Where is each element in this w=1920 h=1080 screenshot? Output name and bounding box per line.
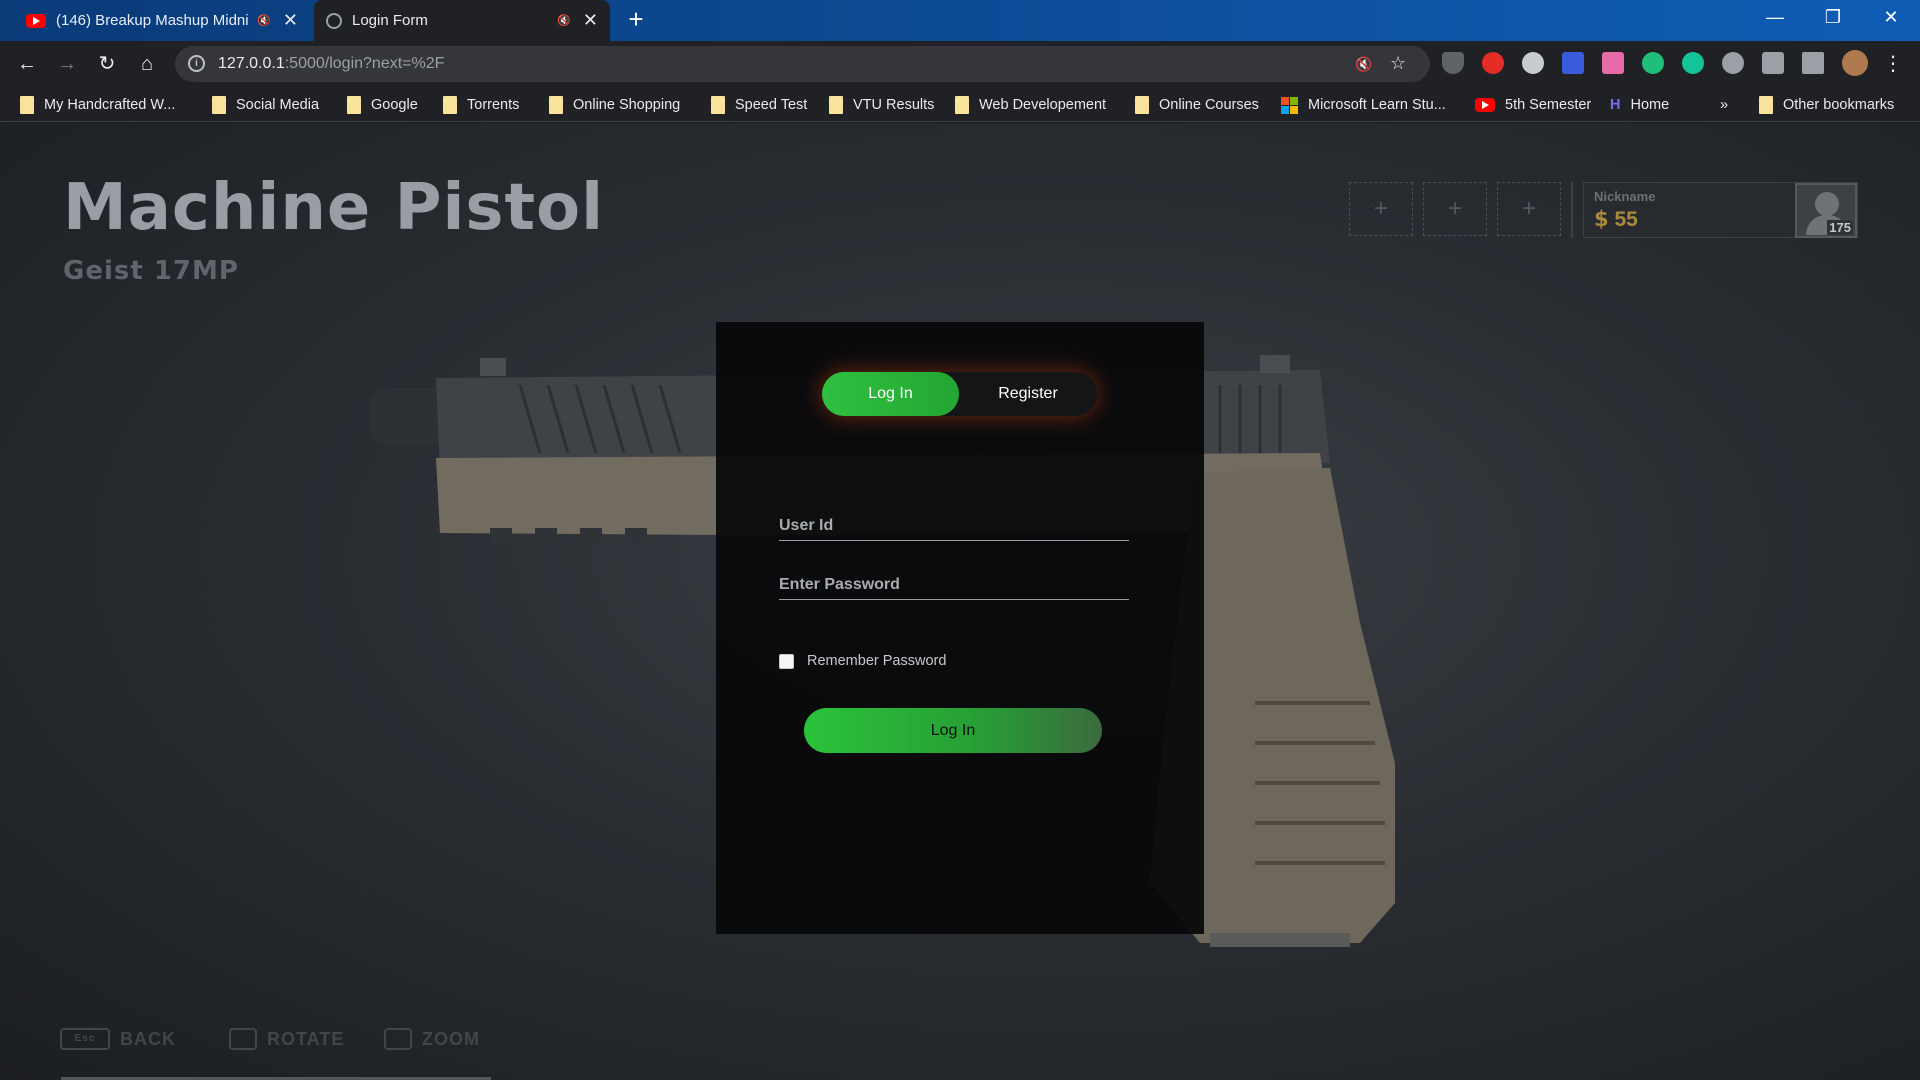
site-info-icon[interactable]: i — [188, 55, 205, 72]
browser-toolbar: ← → ↻ ⌂ i 127.0.0.1:5000/login?next=%2F … — [0, 41, 1920, 87]
tab-strip: (146) Breakup Mashup Midni 🔇 ✕ Login For… — [0, 0, 1920, 41]
adblock-extension-icon[interactable] — [1482, 52, 1504, 74]
close-tab-icon[interactable]: ✕ — [583, 10, 598, 31]
gun-magazine-base — [1210, 933, 1350, 947]
back-icon[interactable]: ← — [12, 49, 42, 79]
zoom-hint: ZOOM — [384, 1028, 480, 1050]
currency-icon: $ — [1594, 207, 1609, 231]
mute-icon[interactable]: 🔇 — [557, 14, 571, 27]
folder-icon — [711, 96, 725, 114]
squad-slot-plus[interactable]: + — [1423, 182, 1487, 236]
squad-slot-plus[interactable]: + — [1497, 182, 1561, 236]
refresh-extension-icon[interactable] — [1642, 52, 1664, 74]
bookmark-item[interactable]: Online Courses — [1135, 94, 1259, 116]
bookmark-item[interactable]: Social Media — [212, 94, 319, 116]
login-panel: Log In Register Remember Password Log In — [716, 322, 1204, 934]
screen-extension-icon[interactable] — [1562, 52, 1584, 74]
bookmark-item[interactable]: VTU Results — [829, 94, 934, 116]
microsoft-icon — [1281, 96, 1298, 114]
divider — [1571, 182, 1573, 238]
color-extension-icon[interactable] — [1602, 52, 1624, 74]
folder-icon — [1759, 96, 1773, 114]
esc-key-icon: Esc — [60, 1028, 110, 1050]
restore-button[interactable]: ❐ — [1810, 0, 1856, 35]
weapon-name-subtitle: Geist 17MP — [63, 256, 239, 286]
reload-icon[interactable]: ↻ — [92, 49, 122, 79]
bookmark-item[interactable]: Torrents — [443, 94, 519, 116]
remember-password-label: Remember Password — [807, 653, 947, 669]
player-card[interactable]: Nickname $ 55 175 — [1583, 182, 1858, 238]
close-tab-icon[interactable]: ✕ — [283, 10, 298, 31]
address-bar[interactable]: i 127.0.0.1:5000/login?next=%2F 🔇 ☆ — [175, 46, 1430, 82]
user-id-input[interactable] — [779, 511, 1129, 541]
squad-slot-plus[interactable]: + — [1349, 182, 1413, 236]
folder-icon — [549, 96, 563, 114]
close-window-button[interactable]: ✕ — [1868, 0, 1914, 35]
folder-icon — [829, 96, 843, 114]
folder-icon — [955, 96, 969, 114]
nickname-label: Nickname — [1594, 189, 1656, 204]
home-icon[interactable]: ⌂ — [132, 49, 162, 79]
react-extension-icon[interactable] — [1722, 52, 1744, 74]
avatar: 175 — [1795, 183, 1857, 238]
remember-password-checkbox[interactable] — [779, 653, 794, 669]
folder-icon — [1135, 96, 1149, 114]
rotate-hint: ROTATE — [229, 1028, 344, 1050]
home-h-icon: H — [1610, 97, 1621, 113]
url-text[interactable]: 127.0.0.1:5000/login?next=%2F — [218, 55, 444, 73]
page-content: Machine Pistol Geist 17MP + + + Nickname… — [0, 123, 1920, 1080]
forward-icon[interactable]: → — [52, 49, 82, 79]
tab-login-form[interactable]: Login Form 🔇 ✕ — [314, 0, 610, 41]
globe-icon — [326, 12, 342, 29]
shield-extension-icon[interactable] — [1442, 52, 1464, 74]
back-hint[interactable]: Esc BACK — [60, 1028, 176, 1050]
gun-rear-sight — [1260, 355, 1290, 373]
remember-password-row: Remember Password — [779, 653, 946, 669]
mute-icon[interactable]: 🔇 — [257, 14, 271, 27]
bookmark-item[interactable]: Speed Test — [711, 94, 807, 116]
auth-toggle: Log In Register — [822, 372, 1097, 416]
bookmark-item[interactable]: Google — [347, 94, 418, 116]
login-submit-button[interactable]: Log In — [804, 708, 1102, 753]
reading-list-icon[interactable] — [1802, 52, 1824, 74]
bookmark-item[interactable]: My Handcrafted W... — [20, 94, 175, 116]
weapon-class-title: Machine Pistol — [63, 171, 604, 245]
bookmark-item[interactable]: Microsoft Learn Stu... — [1281, 94, 1446, 116]
folder-icon — [443, 96, 457, 114]
new-tab-button[interactable]: + — [622, 6, 650, 34]
folder-icon — [212, 96, 226, 114]
bookmark-item[interactable]: H Home — [1610, 94, 1669, 116]
minimize-button[interactable]: — — [1752, 0, 1798, 35]
tab-title: (146) Breakup Mashup Midni — [56, 12, 249, 29]
level-badge: 175 — [1827, 220, 1853, 235]
password-input[interactable] — [779, 570, 1129, 600]
bookmark-star-icon[interactable]: ☆ — [1390, 53, 1406, 74]
grammarly-extension-icon[interactable] — [1682, 52, 1704, 74]
folder-icon — [20, 96, 34, 114]
bookmark-item[interactable]: Online Shopping — [549, 94, 680, 116]
credits-value: $ 55 — [1594, 207, 1638, 231]
blocked-media-icon[interactable]: 🔇 — [1355, 56, 1372, 73]
profile-avatar[interactable] — [1842, 50, 1868, 76]
bookmark-item[interactable]: Web Developement — [955, 94, 1106, 116]
youtube-icon — [26, 13, 46, 28]
gun-front-sight — [480, 358, 506, 376]
other-bookmarks[interactable]: Other bookmarks — [1759, 94, 1894, 116]
bookmarks-overflow-button[interactable]: » — [1720, 94, 1728, 116]
tab-youtube[interactable]: (146) Breakup Mashup Midni 🔇 ✕ — [14, 0, 310, 41]
avatar-head — [1815, 192, 1839, 216]
tab-title: Login Form — [352, 12, 428, 29]
scroll-icon — [384, 1028, 412, 1050]
youtube-icon — [1475, 98, 1495, 112]
tab-login[interactable]: Log In — [822, 372, 959, 416]
folder-icon — [347, 96, 361, 114]
bookmarks-bar: My Handcrafted W... Social Media Google … — [0, 87, 1920, 122]
bookmark-item[interactable]: 5th Semester — [1475, 94, 1591, 116]
mouse-icon — [229, 1028, 257, 1050]
gear-extension-icon[interactable] — [1522, 52, 1544, 74]
extensions-puzzle-icon[interactable] — [1762, 52, 1784, 74]
menu-dots-icon[interactable]: ⋮ — [1878, 49, 1908, 79]
tab-register[interactable]: Register — [959, 372, 1097, 416]
